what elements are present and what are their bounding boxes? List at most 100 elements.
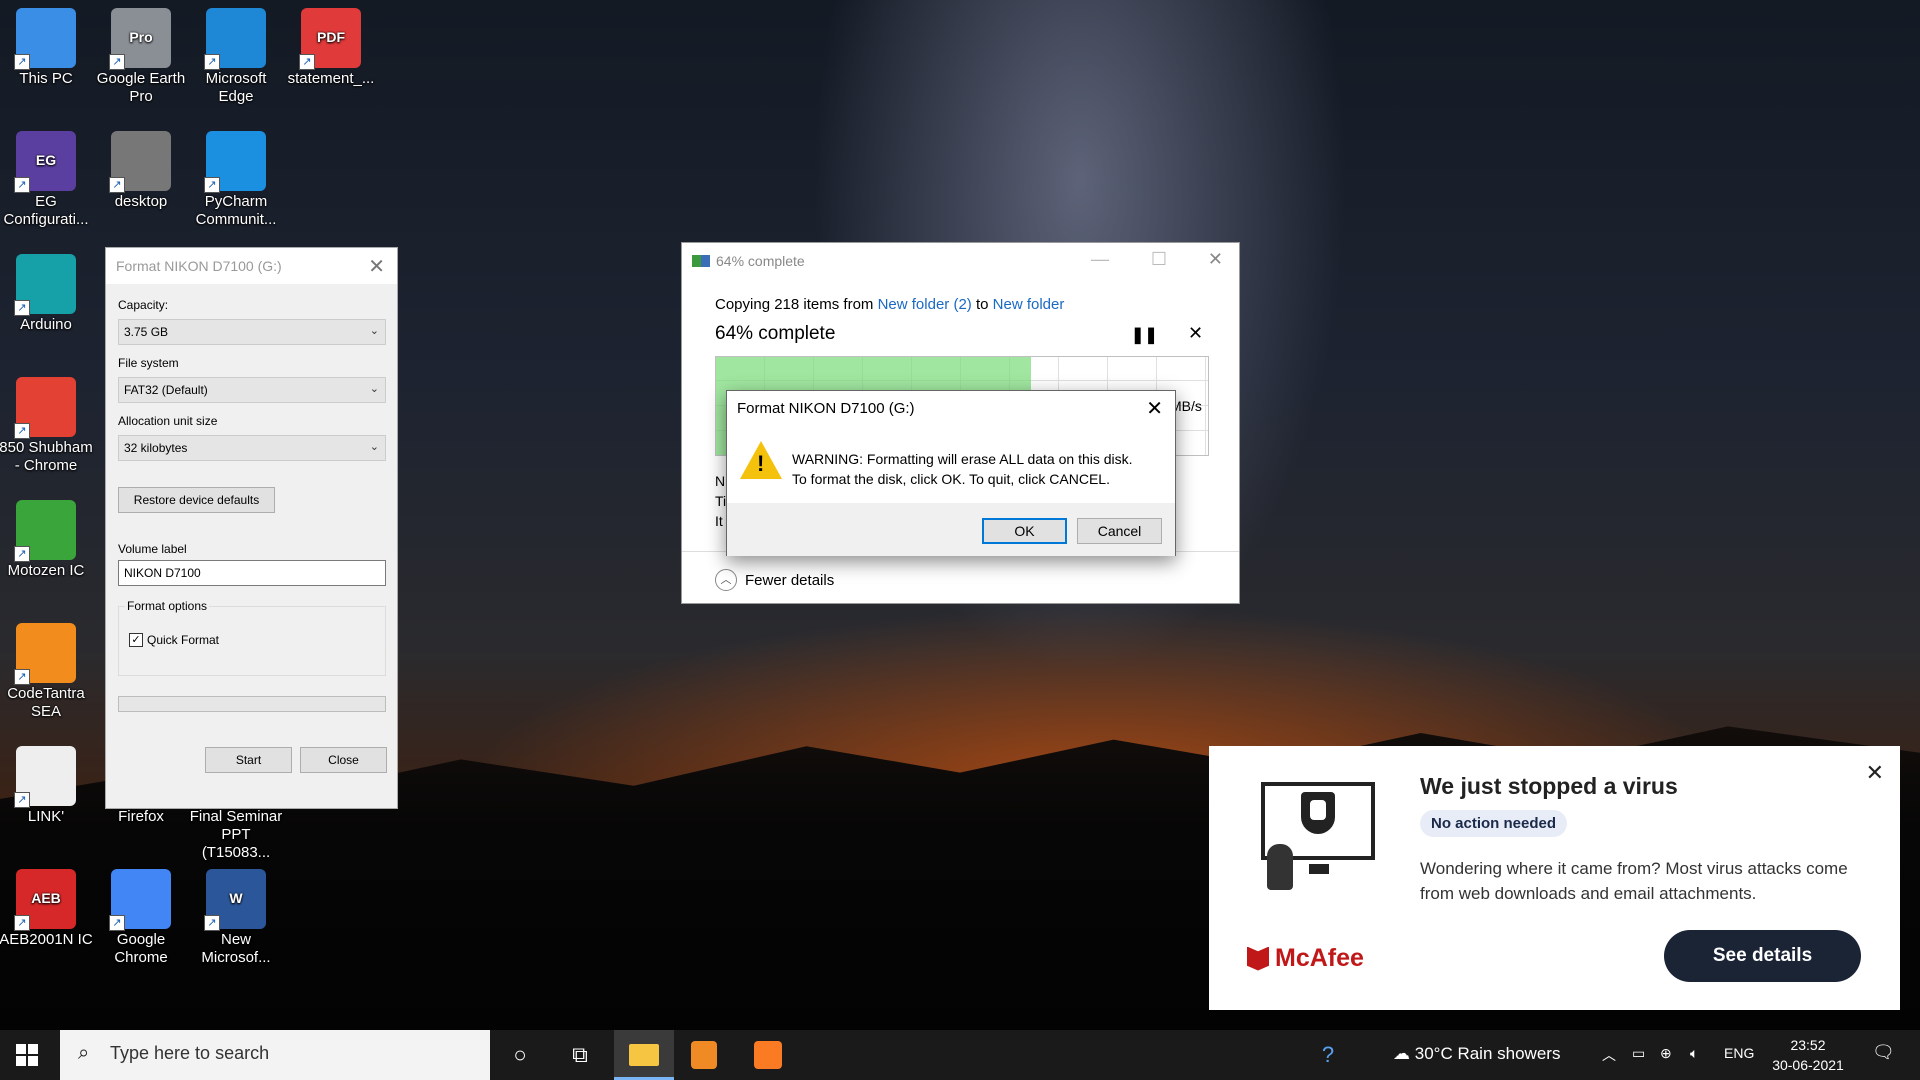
notification-headline: We just stopped a virus xyxy=(1420,773,1678,799)
search-box[interactable]: ⌕ Type here to search xyxy=(60,1030,490,1080)
pause-icon[interactable]: ❚❚ xyxy=(1131,325,1158,345)
edge-icon: ↗ xyxy=(204,8,266,70)
pdf-icon: PDF ↗ xyxy=(299,8,361,70)
desktop-icon-label: LINK' xyxy=(27,808,65,825)
capacity-value: 3.75 GB xyxy=(124,325,169,339)
search-icon: ⌕ xyxy=(78,1042,90,1064)
to-word: to xyxy=(971,296,993,313)
clock[interactable]: 23:52 30-06-2021 xyxy=(1768,1035,1848,1075)
destination-folder-link[interactable]: New folder xyxy=(993,296,1065,313)
warning-exclamation-icon: ! xyxy=(757,451,765,476)
desktop-icon[interactable]: ↗ PyCharm Communit... xyxy=(188,131,284,229)
mcafee-logo: McAfee xyxy=(1247,944,1364,973)
desktop-icon-label: EG Configurati... xyxy=(3,193,89,228)
quick-format-label: Quick Format xyxy=(147,633,220,647)
desktop-icon[interactable]: ↗ Arduino xyxy=(0,254,94,334)
ok-button[interactable]: OK xyxy=(982,518,1067,544)
clock-time: 23:52 xyxy=(1790,1037,1826,1053)
shortcut-arrow-icon: ↗ xyxy=(14,300,30,316)
desktop-icon[interactable]: Pro ↗ Google Earth Pro xyxy=(93,8,189,106)
windows-start-icon[interactable] xyxy=(16,1044,38,1066)
battery-icon[interactable]: ▭ xyxy=(1632,1045,1645,1062)
filesystem-select[interactable]: FAT32 (Default) ⌄ xyxy=(118,377,386,403)
desktop-icon-label: Google Chrome xyxy=(114,931,168,966)
shortcut-arrow-icon: ↗ xyxy=(14,423,30,439)
desktop-icon[interactable]: W ↗ New Microsof... xyxy=(188,869,284,967)
source-folder-link[interactable]: New folder (2) xyxy=(878,296,972,313)
network-icon[interactable]: ⊕ xyxy=(1660,1045,1672,1062)
desktop-icon[interactable]: EG ↗ EG Configurati... xyxy=(0,131,94,229)
volume-label-input[interactable]: NIKON D7100 xyxy=(118,560,386,586)
help-icon[interactable]: ? xyxy=(1310,1038,1346,1072)
desktop-icon[interactable]: ↗ Google Chrome xyxy=(93,869,189,967)
warning-title: Format NIKON D7100 (G:) xyxy=(737,400,915,417)
copying-prefix: Copying 218 items from xyxy=(715,296,878,313)
close-icon[interactable]: ✕ xyxy=(368,254,385,279)
task-view-icon[interactable]: ⧉ xyxy=(562,1038,598,1072)
see-details-button[interactable]: See details xyxy=(1664,930,1861,982)
shortcut-arrow-icon: ↗ xyxy=(204,915,220,931)
percent-complete: 64% complete xyxy=(715,323,836,344)
close-icon[interactable]: ✕ xyxy=(1146,396,1163,421)
desktop-icon[interactable]: ↗ LINK' xyxy=(0,746,94,826)
cloud-rain-icon: ☁ xyxy=(1393,1044,1410,1063)
restore-defaults-button[interactable]: Restore device defaults xyxy=(118,487,275,513)
desktop-icon[interactable]: AEB ↗ AEB2001N IC xyxy=(0,869,94,949)
desktop-icon[interactable]: ↗ Motozen IC xyxy=(0,500,94,580)
format-dialog-titlebar[interactable]: Format NIKON D7100 (G:) ✕ xyxy=(106,248,397,284)
close-icon[interactable]: ✕ xyxy=(1208,249,1223,270)
maximize-icon[interactable]: ☐ xyxy=(1151,249,1167,270)
close-button[interactable]: Close xyxy=(300,747,387,773)
warning-line-2: To format the disk, click OK. To quit, c… xyxy=(792,471,1110,487)
google-earth-icon: Pro ↗ xyxy=(109,8,171,70)
warning-message: WARNING: Formatting will erase ALL data … xyxy=(792,449,1133,489)
language-indicator[interactable]: ENG xyxy=(1724,1045,1754,1061)
shortcut-arrow-icon: ↗ xyxy=(14,54,30,70)
shortcut-arrow-icon: ↗ xyxy=(14,915,30,931)
allocation-value: 32 kilobytes xyxy=(124,441,188,455)
close-icon[interactable]: ✕ xyxy=(1866,760,1884,786)
notification-center-icon[interactable]: 🗨︎ xyxy=(1872,1042,1895,1063)
clock-date: 30-06-2021 xyxy=(1772,1057,1844,1073)
allocation-select[interactable]: 32 kilobytes ⌄ xyxy=(118,435,386,461)
desktop-icon[interactable]: PDF ↗ statement_... xyxy=(283,8,379,88)
chevron-down-icon: ⌄ xyxy=(369,325,379,337)
shortcut-arrow-icon: ↗ xyxy=(204,54,220,70)
monitor-stand xyxy=(1309,864,1329,874)
copying-summary: Copying 218 items from New folder (2) to… xyxy=(715,296,1064,313)
detail-items-fragment: It xyxy=(715,513,723,529)
aeb-icon: AEB ↗ xyxy=(14,869,76,931)
format-warning-dialog: Format NIKON D7100 (G:) ✕ ! WARNING: For… xyxy=(726,390,1176,556)
file-explorer-icon[interactable] xyxy=(626,1038,662,1072)
desktop-icon-label: statement_... xyxy=(287,70,375,87)
fewer-details-toggle[interactable]: ︿ Fewer details xyxy=(715,569,834,591)
mcafee-brand: McAfee xyxy=(1275,944,1364,972)
format-dialog: Format NIKON D7100 (G:) ✕ Capacity: 3.75… xyxy=(105,247,398,809)
cancel-copy-icon[interactable]: ✕ xyxy=(1188,323,1203,344)
chrome-profile-icon: ↗ xyxy=(14,377,76,439)
start-button[interactable]: Start xyxy=(205,747,292,773)
desktop-icon[interactable]: ↗ Microsoft Edge xyxy=(188,8,284,106)
xampp-icon[interactable] xyxy=(750,1038,786,1072)
cortana-icon[interactable]: ○ xyxy=(502,1038,538,1072)
desktop-icon[interactable]: ↗ CodeTantra SEA xyxy=(0,623,94,721)
minimize-icon[interactable]: — xyxy=(1091,249,1109,270)
desktop-icon[interactable]: ↗ 850 Shubham - Chrome xyxy=(0,377,94,475)
desktop-icon[interactable]: ↗ desktop xyxy=(93,131,189,211)
desktop-icon-label: New Microsof... xyxy=(201,931,271,966)
cancel-button[interactable]: Cancel xyxy=(1077,518,1162,544)
copy-dialog-titlebar[interactable]: 64% complete — ☐ ✕ xyxy=(682,243,1239,279)
eg-config-icon: EG ↗ xyxy=(14,131,76,193)
sublime-text-icon[interactable] xyxy=(686,1038,722,1072)
desktop-icon-label: Motozen IC xyxy=(7,562,85,579)
chevron-up-icon[interactable]: ︿ xyxy=(1602,1045,1616,1065)
arduino-icon: ↗ xyxy=(14,254,76,316)
warning-line-1: WARNING: Formatting will erase ALL data … xyxy=(792,451,1133,467)
quick-format-checkbox[interactable]: ✓ Quick Format xyxy=(129,633,219,647)
warning-titlebar[interactable]: Format NIKON D7100 (G:) ✕ xyxy=(727,391,1175,427)
weather-widget[interactable]: ☁ 30°C Rain showers xyxy=(1393,1044,1560,1064)
volume-icon[interactable]: 🔈︎ xyxy=(1690,1045,1698,1062)
shortcut-arrow-icon: ↗ xyxy=(14,546,30,562)
desktop-icon[interactable]: ↗ This PC xyxy=(0,8,94,88)
capacity-select[interactable]: 3.75 GB ⌄ xyxy=(118,319,386,345)
